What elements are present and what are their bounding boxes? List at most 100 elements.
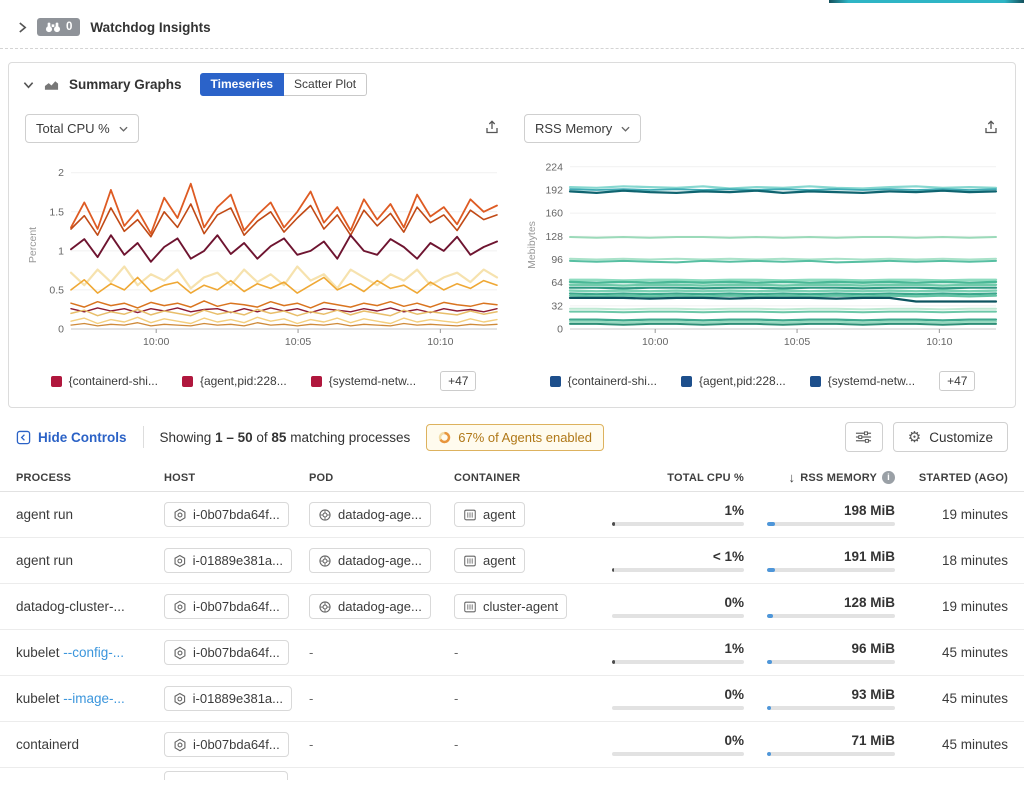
column-header-host[interactable]: HOST xyxy=(164,472,309,484)
host-pill[interactable]: i-01889e381a... xyxy=(164,548,292,573)
tab-scatter-plot[interactable]: Scatter Plot xyxy=(284,73,367,96)
pod-pill[interactable]: datadog-age... xyxy=(309,502,431,527)
cpu-bar-fill xyxy=(612,522,615,526)
table-row[interactable]: kubelet --image-...i-01889e381a...--0%93… xyxy=(0,676,1024,722)
host-pill[interactable]: i-0b07bda64f... xyxy=(164,640,289,665)
top-notification-strip xyxy=(829,0,1024,3)
memory-timeseries-chart[interactable]: 032649612816019222410:0010:0510:10Mebiby… xyxy=(522,151,1003,363)
rss-cell: 198 MiB xyxy=(744,503,895,526)
cpu-metric-select[interactable]: Total CPU % xyxy=(25,114,139,143)
container-pill[interactable]: agent xyxy=(454,548,525,573)
cpu-bar-fill xyxy=(612,660,615,664)
memory-metric-select[interactable]: RSS Memory xyxy=(524,114,641,143)
column-header-container[interactable]: CONTAINER xyxy=(454,472,612,484)
process-cell[interactable]: containerd xyxy=(16,737,164,752)
container-cell: agent xyxy=(454,502,612,527)
table-row[interactable]: agent runi-01889e381a... datadog-age... ag… xyxy=(0,538,1024,584)
legend-more-button[interactable]: +47 xyxy=(440,371,476,391)
rss-bar-fill xyxy=(767,568,775,572)
host-cell: i-0b07bda64f... xyxy=(164,594,309,619)
showing-summary: Showing 1 – 50 of 85 matching processes xyxy=(160,430,411,445)
cpu-timeseries-chart[interactable]: 00.511.5210:0010:0510:10Percent xyxy=(23,151,504,363)
process-cell[interactable]: datadog-cluster-... xyxy=(16,599,164,614)
cpu-value: 1% xyxy=(612,641,744,656)
column-options-button[interactable] xyxy=(845,422,883,452)
process-cell[interactable]: agent run xyxy=(16,507,164,522)
legend-swatch xyxy=(810,376,821,387)
legend-item[interactable]: {systemd-netw... xyxy=(810,374,915,388)
legend-item[interactable]: {systemd-netw... xyxy=(311,374,416,388)
host-cell: i-0b07bda64f... xyxy=(164,502,309,527)
table-row[interactable]: containerdi-0b07bda64f...--0%71 MiB45 mi… xyxy=(0,722,1024,768)
memory-chart-legend: {containerd-shi... {agent,pid:228... {syst… xyxy=(522,363,1003,397)
host-pill[interactable]: i-01889e381a... xyxy=(164,686,292,711)
started-cell: 45 minutes xyxy=(895,737,1008,752)
container-pill[interactable]: cluster-agent xyxy=(454,594,567,619)
host-cell: i-0b07bda64f... xyxy=(164,732,309,757)
column-header-started[interactable]: STARTED (AGO) xyxy=(895,472,1008,484)
process-arg-link[interactable]: --config-... xyxy=(63,645,124,660)
column-header-total-cpu[interactable]: TOTAL CPU % xyxy=(612,472,744,484)
pod-pill[interactable]: datadog-age... xyxy=(309,594,431,619)
host-icon xyxy=(173,646,187,660)
tab-timeseries[interactable]: Timeseries xyxy=(200,73,285,96)
agents-enabled-badge[interactable]: 67% of Agents enabled xyxy=(426,424,604,451)
table-row[interactable]: agent runi-0b07bda64f... datadog-age... ag… xyxy=(0,492,1024,538)
column-header-pod[interactable]: POD xyxy=(309,472,454,484)
table-header: PROCESS HOST POD CONTAINER TOTAL CPU % ↓… xyxy=(0,464,1024,492)
info-icon[interactable]: i xyxy=(882,471,895,484)
export-button[interactable] xyxy=(482,117,502,140)
memory-chart-panel: RSS Memory 032649612816019222410:0010:05… xyxy=(522,110,1003,397)
legend-item[interactable]: {containerd-shi... xyxy=(51,374,158,388)
pod-pill[interactable]: datadog-age... xyxy=(309,548,431,573)
host-pill xyxy=(164,771,288,780)
legend-item[interactable]: {agent,pid:228... xyxy=(182,374,287,388)
host-pill[interactable]: i-0b07bda64f... xyxy=(164,732,289,757)
agents-enabled-label: 67% of Agents enabled xyxy=(458,430,592,445)
legend-item[interactable]: {agent,pid:228... xyxy=(681,374,786,388)
chevron-right-icon[interactable] xyxy=(18,21,27,34)
host-pill[interactable]: i-0b07bda64f... xyxy=(164,502,289,527)
svg-text:10:10: 10:10 xyxy=(427,336,453,348)
column-header-process[interactable]: PROCESS xyxy=(16,472,164,484)
dashed-divider xyxy=(0,48,1024,49)
svg-text:0: 0 xyxy=(557,324,563,336)
container-cell: - xyxy=(454,691,612,706)
customize-button[interactable]: ⚙ Customize xyxy=(893,422,1008,452)
pod-cell: - xyxy=(309,737,454,752)
showing-range: 1 – 50 xyxy=(215,430,253,445)
container-pill[interactable]: agent xyxy=(454,502,525,527)
cpu-value: 0% xyxy=(612,595,744,610)
host-cell: i-01889e381a... xyxy=(164,548,309,573)
table-row[interactable]: kubelet --config-...i-0b07bda64f...--1%9… xyxy=(0,630,1024,676)
container-icon xyxy=(463,554,477,568)
process-arg-link[interactable]: --image-... xyxy=(63,691,125,706)
svg-text:10:05: 10:05 xyxy=(784,336,810,348)
host-pill[interactable]: i-0b07bda64f... xyxy=(164,594,289,619)
host-icon xyxy=(173,692,187,706)
legend-item[interactable]: {containerd-shi... xyxy=(550,374,657,388)
cpu-bar xyxy=(612,752,744,756)
process-cell[interactable]: agent run xyxy=(16,553,164,568)
export-button[interactable] xyxy=(981,117,1001,140)
rss-cell: 128 MiB xyxy=(744,595,895,618)
cpu-cell: 0% xyxy=(612,687,744,710)
cpu-cell: < 1% xyxy=(612,549,744,572)
legend-swatch xyxy=(51,376,62,387)
table-row[interactable]: datadog-cluster-...i-0b07bda64f... datado… xyxy=(0,584,1024,630)
svg-text:224: 224 xyxy=(545,161,563,173)
legend-more-button[interactable]: +47 xyxy=(939,371,975,391)
cpu-value: 1% xyxy=(612,503,744,518)
process-cell[interactable]: kubelet --config-... xyxy=(16,645,164,660)
watchdog-insights-header[interactable]: 0 Watchdog Insights xyxy=(0,0,1024,48)
host-icon xyxy=(173,508,187,522)
process-cell[interactable]: kubelet --image-... xyxy=(16,691,164,706)
column-header-rss-memory[interactable]: ↓ RSS MEMORY i xyxy=(744,470,895,485)
summary-graphs-card: Summary Graphs Timeseries Scatter Plot T… xyxy=(8,62,1016,408)
cpu-value: < 1% xyxy=(612,549,744,564)
cpu-bar xyxy=(612,706,744,710)
cpu-cell: 1% xyxy=(612,641,744,664)
cpu-chart-legend: {containerd-shi... {agent,pid:228... {syst… xyxy=(23,363,504,397)
chevron-down-icon[interactable] xyxy=(23,81,34,89)
hide-controls-button[interactable]: Hide Controls xyxy=(16,430,127,445)
